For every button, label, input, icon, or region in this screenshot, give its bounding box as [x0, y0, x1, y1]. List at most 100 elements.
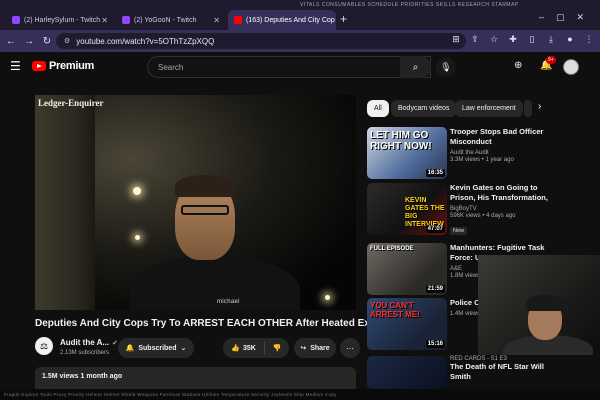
subscribed-label: Subscribed: [138, 344, 177, 352]
site-info-icon[interactable]: ⚙: [64, 37, 70, 45]
channel-name[interactable]: Audit the A... ✔: [60, 338, 118, 347]
url-bar[interactable]: ⚙ youtube.com/watch?v=5OThTzZpXQQ: [56, 33, 466, 49]
thumbnail-text: FULL EPISODE: [370, 246, 414, 252]
chevron-right-icon[interactable]: ›: [538, 101, 541, 112]
game-hud-text: VITALS CONSUMABLES SCHEDULE PRIORITIES S…: [300, 2, 519, 8]
webcam-overlay: [478, 255, 600, 355]
recommendation-item[interactable]: KEVIN GATES THE BIG INTERVIEW 47:07 Kevi…: [367, 183, 600, 239]
subscribed-button[interactable]: 🔔 Subscribed ⌄: [118, 338, 194, 358]
reload-icon[interactable]: ↻: [40, 36, 54, 47]
video-thumbnail[interactable]: FULL EPISODE 21:59: [367, 243, 447, 295]
verified-icon: ✔: [112, 340, 118, 347]
twitch-icon: [12, 16, 20, 24]
video-thumbnail[interactable]: LET HIM GO RIGHT NOW! 16:35: [367, 127, 447, 179]
share-label: Share: [310, 344, 330, 352]
youtube-play-icon: [32, 61, 46, 71]
like-count: 35K: [242, 344, 256, 352]
video-watermark: Ledger-Enquirer: [38, 98, 104, 108]
voice-search-button[interactable]: 🎙: [436, 57, 456, 77]
sidebar-icon[interactable]: ▯: [527, 34, 537, 45]
video-thumbnail[interactable]: YOU CAN'T ARREST ME! 15:16: [367, 298, 447, 350]
window-controls[interactable]: –▢✕: [539, 12, 596, 23]
recommendation-title: Kevin Gates on Going to Prison, His Tran…: [450, 183, 548, 202]
more-dots-icon: ⋯: [346, 343, 354, 353]
duration-badge: 15:16: [425, 340, 445, 348]
chip-all[interactable]: All: [367, 100, 389, 117]
new-badge: New: [450, 227, 468, 235]
bodycam-text: michael: [217, 299, 240, 305]
recommendation-item[interactable]: LET HIM GO RIGHT NOW! 16:35 Trooper Stop…: [367, 127, 600, 183]
recommendation-title: Trooper Stops Bad Officer Misconduct: [450, 127, 544, 146]
close-icon[interactable]: ✕: [101, 16, 108, 25]
tab-label: (2) HarleySylum - Twitch: [24, 16, 101, 24]
youtube-logo[interactable]: Premium: [32, 60, 94, 72]
tab-label: (163) Deputies And City Cop: [246, 16, 335, 24]
thumbs-down-icon: 👎: [272, 345, 282, 352]
chip-more[interactable]: [524, 100, 532, 117]
close-icon[interactable]: ✕: [213, 16, 220, 25]
chip-label: All: [374, 105, 382, 112]
duration-badge: 47:07: [425, 225, 445, 233]
bell-icon: 🔔: [125, 345, 135, 352]
channel-name-text: Audit the A...: [60, 338, 110, 347]
subscriber-count: 2.13M subscribers: [60, 350, 110, 356]
duration-badge: 21:59: [425, 285, 445, 293]
extensions-icon[interactable]: ✚: [508, 34, 518, 45]
search-input[interactable]: Search: [147, 56, 431, 78]
close-icon[interactable]: ✕: [335, 16, 336, 25]
chevron-down-icon: ⌄: [180, 345, 187, 352]
video-player[interactable]: Ledger-Enquirer michael: [35, 95, 356, 310]
channel-avatar[interactable]: ⚖: [35, 337, 53, 355]
like-button[interactable]: 👍 35K: [223, 341, 265, 355]
extension-icons: ⊞ ⇪ ☆ ✚ ▯ ⤓ ● ⋮: [451, 34, 594, 45]
notifications-bell-icon[interactable]: 🔔 9+: [540, 56, 556, 71]
forward-icon[interactable]: →: [22, 36, 36, 47]
screen: VITALS CONSUMABLES SCHEDULE PRIORITIES S…: [0, 0, 600, 400]
video-thumbnail[interactable]: [367, 356, 447, 389]
create-video-icon[interactable]: ⊕: [514, 60, 522, 71]
tab-youtube[interactable]: (163) Deputies And City Cop ✕: [228, 10, 336, 30]
share-icon[interactable]: ⇪: [470, 34, 480, 45]
chip-label: Law enforcement: [462, 105, 516, 112]
account-avatar[interactable]: [563, 59, 579, 75]
tab-yogoon[interactable]: (2) YoGooN - Twitch ✕: [116, 10, 226, 30]
recommendation-meta: 3.3M views • 1 year ago: [450, 157, 514, 163]
share-button[interactable]: ↪ Share: [294, 338, 336, 358]
youtube-header: ☰ Premium Search ⌕ 🎙 ⊕ 🔔 9+: [0, 52, 600, 82]
recommendation-channel: BigBoyTV: [450, 206, 477, 212]
address-toolbar: ← → ↻ ⚙ youtube.com/watch?v=5OThTzZpXQQ …: [0, 30, 600, 52]
browser-tab-strip: VITALS CONSUMABLES SCHEDULE PRIORITIES S…: [0, 0, 600, 30]
recommendation-item[interactable]: RED CARDS - S1 E3 The Death of NFL Star …: [367, 356, 600, 389]
share-arrow-icon: ↪: [300, 345, 307, 352]
more-actions-button[interactable]: ⋯: [340, 338, 360, 358]
menu-icon[interactable]: ⋮: [584, 34, 594, 45]
thumbnail-text: LET HIM GO RIGHT NOW!: [370, 130, 432, 152]
like-dislike-group: 👍 35K 👎: [223, 338, 289, 358]
search-icon: ⌕: [412, 61, 419, 73]
hamburger-menu-icon[interactable]: ☰: [10, 59, 21, 73]
recommendation-title: The Death of NFL Star Will Smith: [450, 362, 544, 381]
recommendation-meta: 596K views • 4 days ago: [450, 213, 516, 219]
notification-count: 9+: [546, 56, 556, 64]
video-thumbnail[interactable]: KEVIN GATES THE BIG INTERVIEW 47:07: [367, 183, 447, 235]
dislike-button[interactable]: 👎: [265, 344, 289, 352]
thumbs-up-icon: 👍: [231, 345, 240, 352]
tab-harleysylum[interactable]: (2) HarleySylum - Twitch ✕: [6, 10, 114, 30]
profile-icon[interactable]: ●: [565, 34, 575, 45]
download-icon[interactable]: ⤓: [546, 34, 556, 45]
translate-icon[interactable]: ⊞: [451, 34, 461, 45]
twitch-icon: [122, 16, 130, 24]
microphone-icon: 🎙: [440, 61, 452, 72]
views-and-date: 1.5M views 1 month ago: [42, 373, 123, 380]
url-text: youtube.com/watch?v=5OThTzZpXQQ: [76, 36, 215, 46]
back-icon[interactable]: ←: [4, 36, 18, 47]
bookmark-star-icon[interactable]: ☆: [489, 34, 499, 45]
search-button[interactable]: ⌕: [400, 56, 431, 78]
logo-text: Premium: [49, 60, 94, 72]
chip-bodycam-videos[interactable]: Bodycam videos: [391, 100, 457, 117]
youtube-icon: [234, 16, 242, 24]
thumbnail-text: YOU CAN'T ARREST ME!: [370, 301, 420, 319]
video-title: Deputies And City Cops Try To ARREST EAC…: [35, 318, 405, 329]
chip-law-enforcement[interactable]: Law enforcement: [455, 100, 523, 117]
new-tab-button[interactable]: +: [340, 12, 347, 26]
